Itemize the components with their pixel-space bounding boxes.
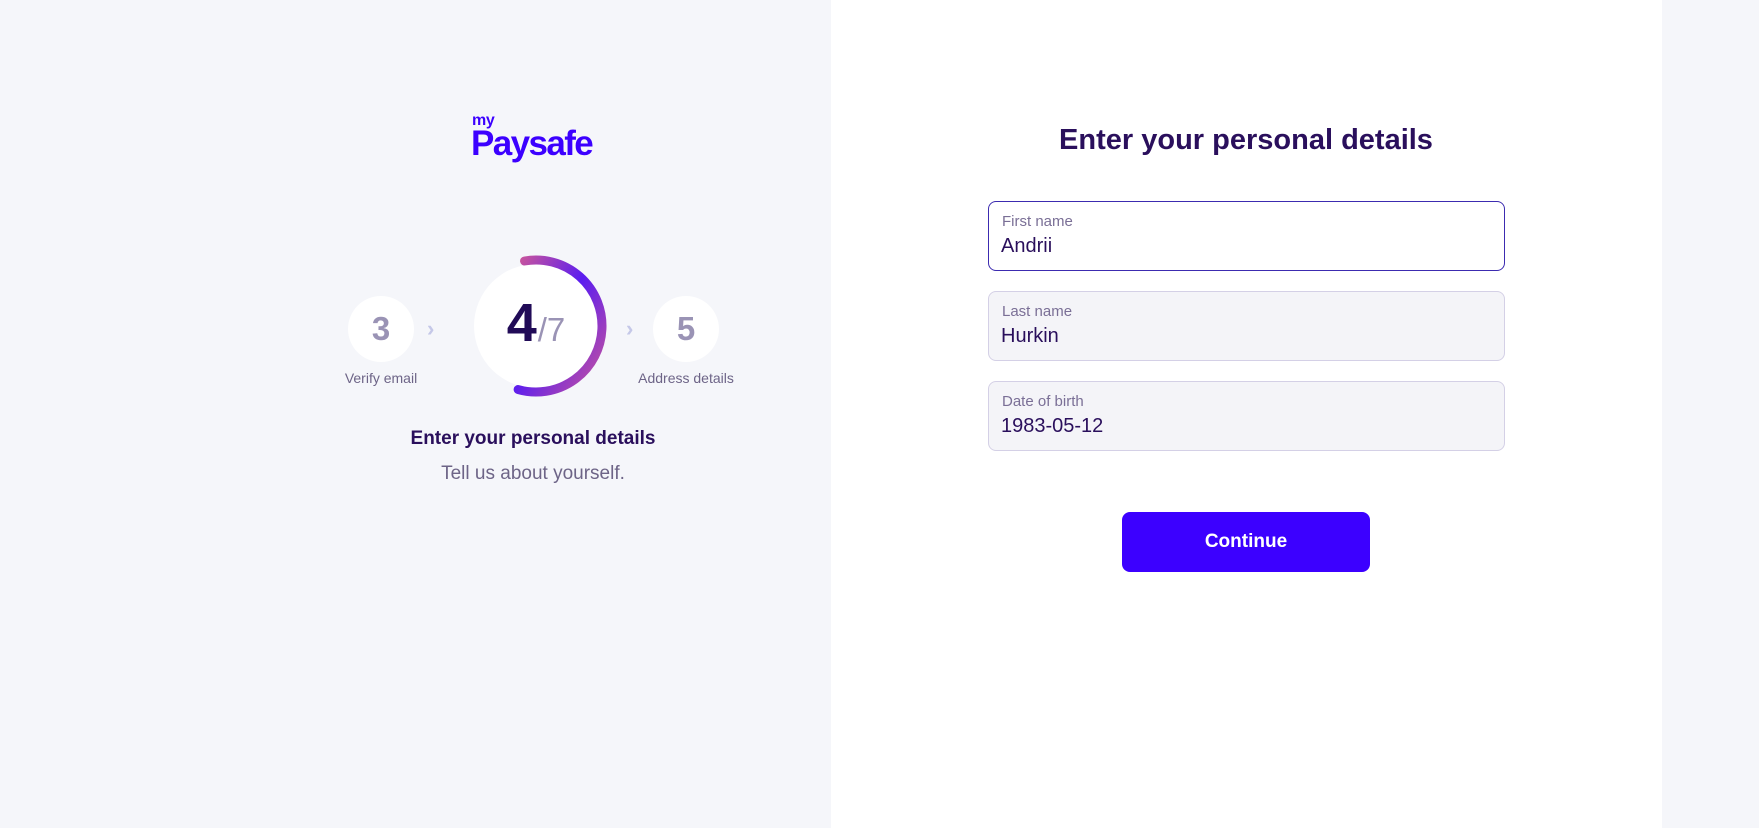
chevron-right-icon: › — [427, 316, 435, 341]
logo-name: Paysafe — [471, 124, 594, 163]
step-counter: 4 /7 — [462, 252, 610, 400]
continue-button[interactable]: Continue — [1122, 512, 1370, 572]
date-of-birth-field[interactable]: Date of birth — [988, 381, 1505, 451]
previous-step-number: 3 — [371, 310, 391, 347]
first-name-field[interactable]: First name — [988, 201, 1505, 271]
mypaysafe-logo: my Paysafe — [471, 112, 601, 166]
last-name-input[interactable] — [1001, 325, 1481, 348]
first-name-input[interactable] — [1001, 235, 1481, 258]
next-step-circle: 5 — [653, 296, 719, 362]
last-name-label: Last name — [1002, 303, 1073, 320]
first-name-label: First name — [1002, 213, 1073, 230]
current-step-number: 4 — [506, 293, 537, 353]
current-step-progress-ring: 4 /7 — [462, 252, 610, 400]
next-step-label: Address details — [638, 370, 734, 386]
progress-panel: my Paysafe 3 Verify email › 4 /7 › 5 Add… — [0, 0, 831, 828]
next-step-number: 5 — [676, 310, 696, 347]
date-of-birth-input[interactable] — [1001, 415, 1481, 438]
date-of-birth-label: Date of birth — [1002, 393, 1084, 410]
total-steps: /7 — [537, 311, 566, 348]
last-name-field[interactable]: Last name — [988, 291, 1505, 361]
current-step-subtitle: Tell us about yourself. — [441, 463, 625, 484]
previous-step-label: Verify email — [344, 370, 418, 386]
previous-step-circle: 3 — [348, 296, 414, 362]
current-step-title: Enter your personal details — [410, 428, 656, 449]
right-margin — [1662, 0, 1759, 828]
form-title: Enter your personal details — [1059, 124, 1433, 156]
chevron-right-icon: › — [626, 316, 634, 341]
